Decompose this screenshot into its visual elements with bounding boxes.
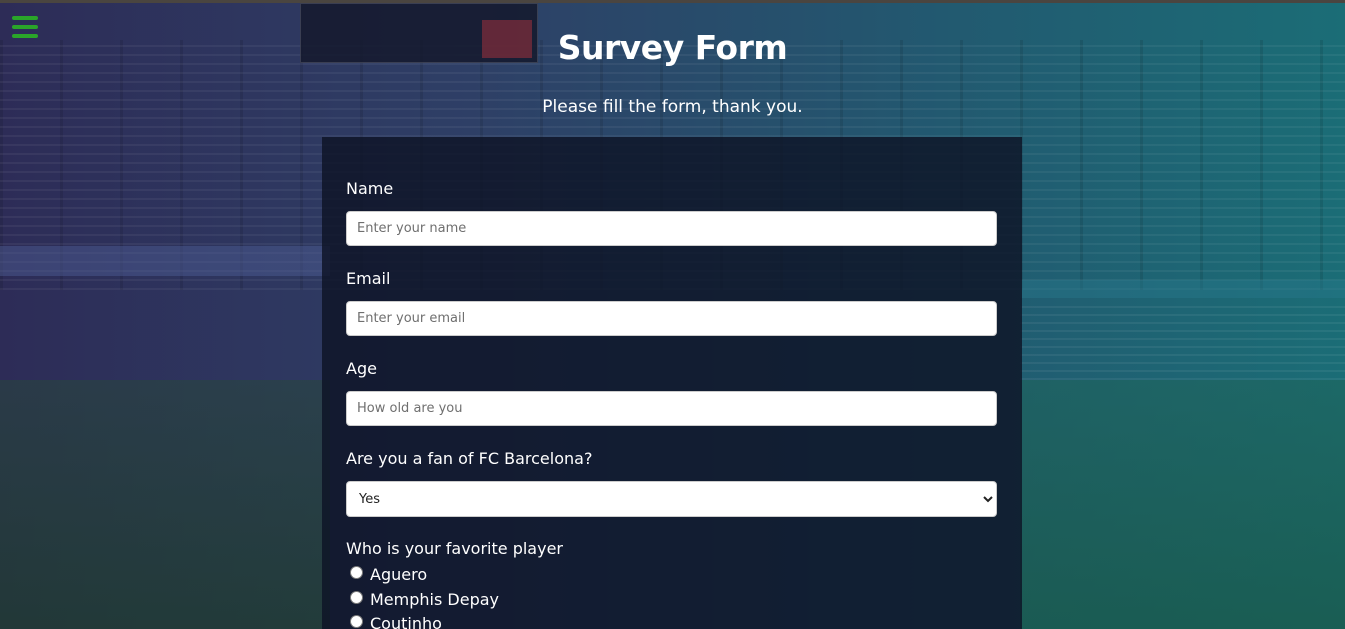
stadium-lower-stands [1020, 300, 1345, 380]
stadium-ad-band-right [1020, 280, 1345, 298]
pitch-left [0, 380, 330, 629]
player-radio-aguero[interactable] [350, 565, 363, 579]
player-option-coutinho[interactable]: Coutinho [350, 612, 442, 629]
player-option-label: Coutinho [370, 613, 442, 629]
name-label: Name [346, 179, 394, 198]
fan-question-label: Are you a fan of FC Barcelona? [346, 449, 593, 468]
survey-form: Name Email Age Are you a fan of FC Barce… [322, 137, 1022, 629]
player-radio-memphis-depay[interactable] [350, 590, 363, 604]
email-label: Email [346, 269, 391, 288]
player-option-label: Aguero [370, 564, 428, 584]
menu-bar [12, 16, 38, 20]
player-option-aguero[interactable]: Aguero [350, 563, 427, 585]
pitch-right [1020, 380, 1345, 629]
player-option-memphis-depay[interactable]: Memphis Depay [350, 588, 499, 610]
page-title: Survey Form [557, 28, 788, 67]
fan-select[interactable]: Yes [346, 481, 997, 517]
page-subtitle: Please fill the form, thank you. [542, 97, 803, 117]
stadium-ad-band-left [0, 246, 330, 276]
player-radio-coutinho[interactable] [350, 614, 363, 628]
email-input[interactable] [346, 301, 997, 336]
favorite-player-label: Who is your favorite player [346, 539, 563, 558]
player-option-label: Memphis Depay [370, 589, 499, 609]
background-top-strip [0, 0, 1345, 3]
name-input[interactable] [346, 211, 997, 246]
age-input[interactable] [346, 391, 997, 426]
age-label: Age [346, 359, 377, 378]
